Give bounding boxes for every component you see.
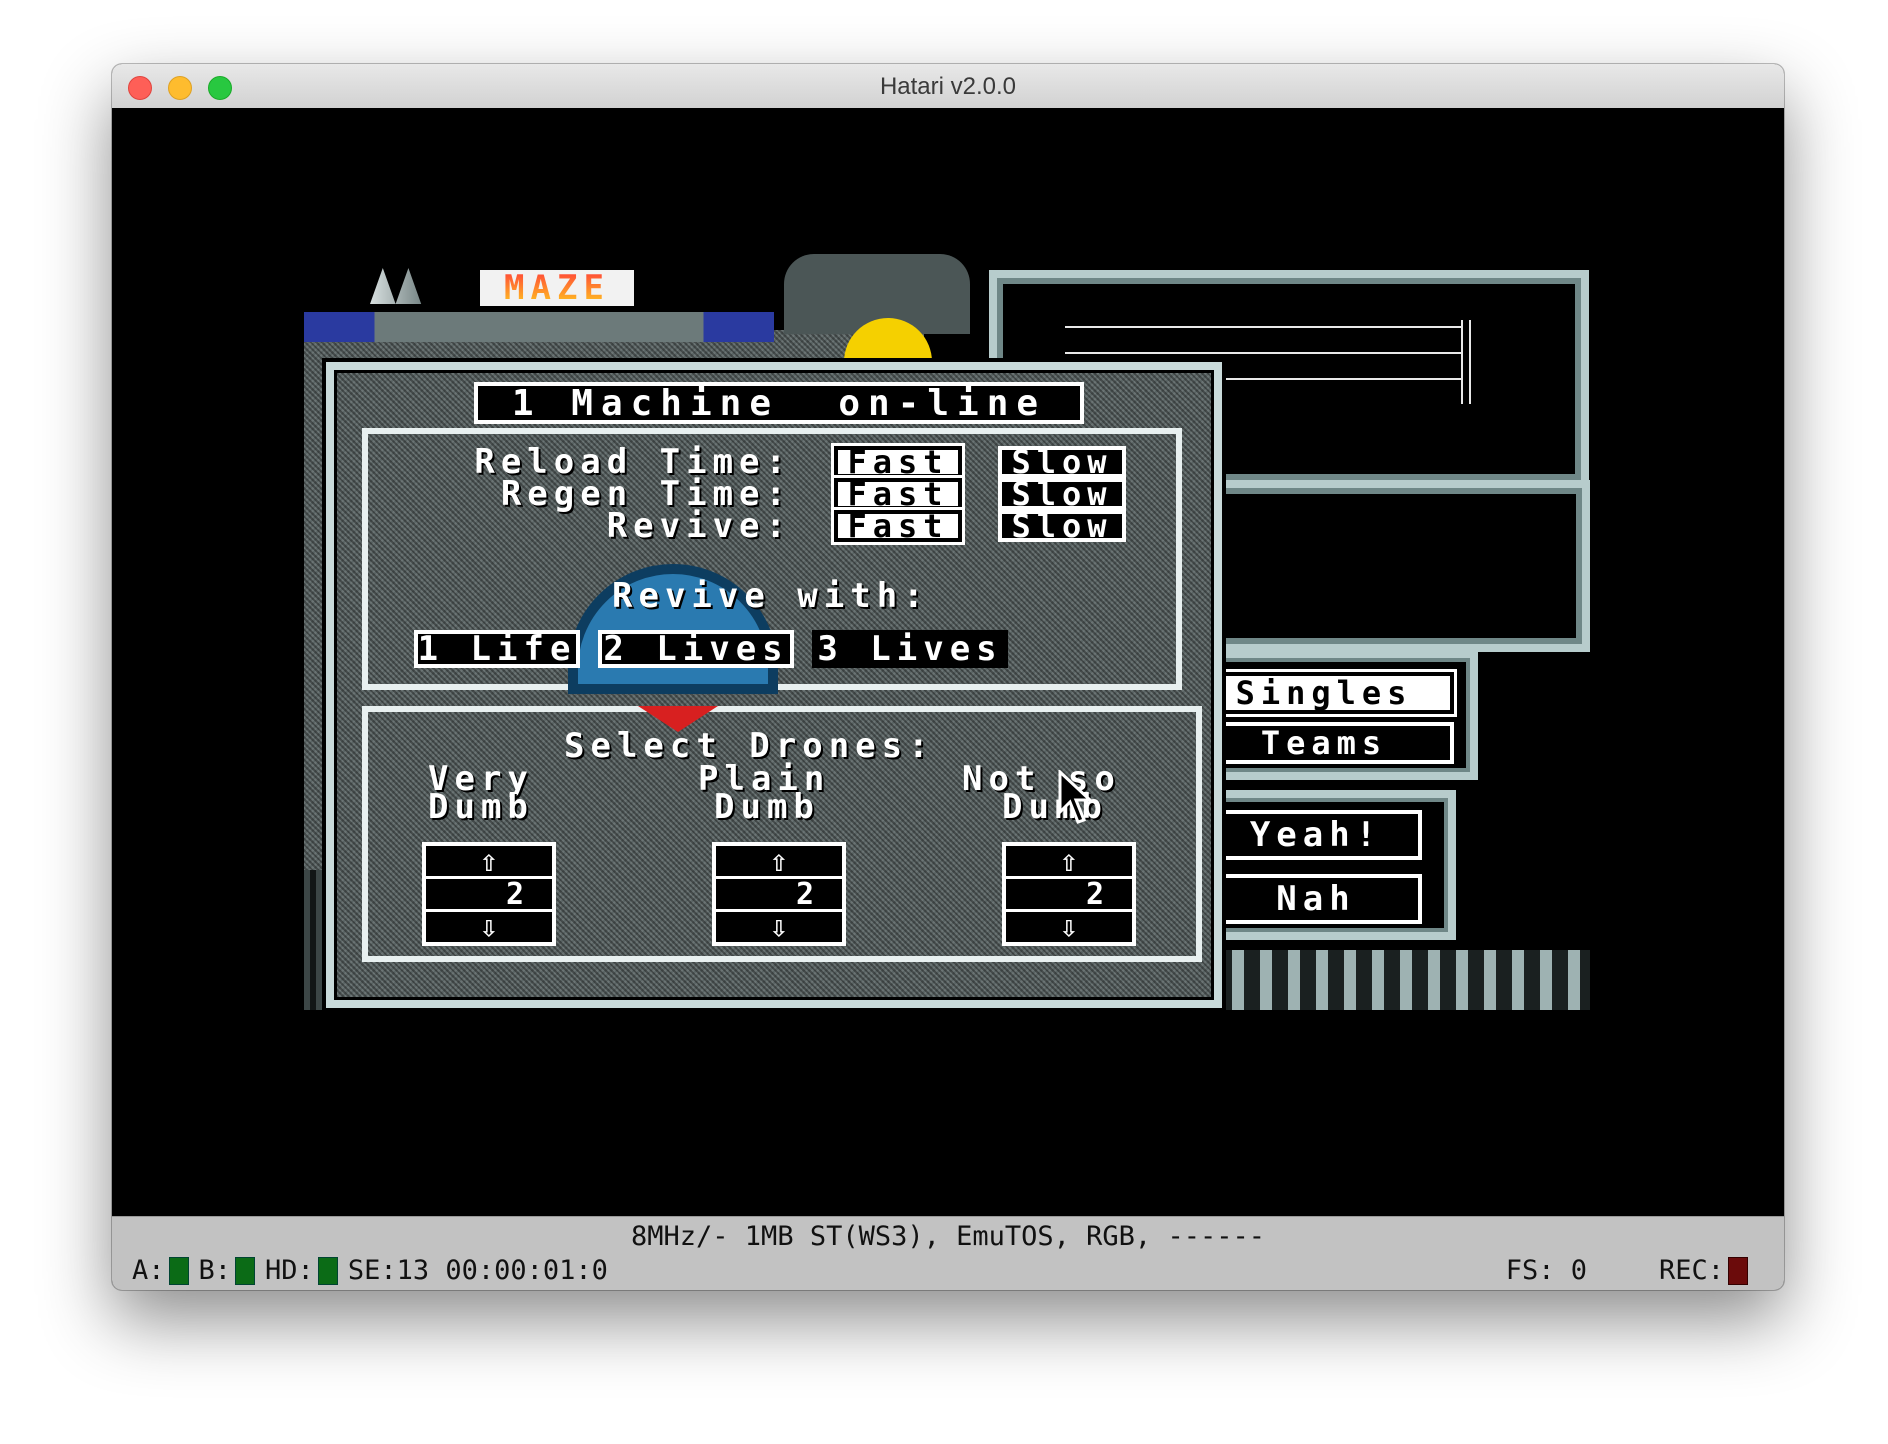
fs-counter: FS: 0 [1505, 1255, 1587, 1286]
yeah-button[interactable]: Yeah! [1210, 810, 1422, 860]
record-status: FS: 0 REC: [1506, 1255, 1758, 1286]
teams-button[interactable]: Teams [1194, 722, 1454, 764]
hd-led-icon [317, 1256, 338, 1285]
drive-b-led-icon [235, 1256, 256, 1285]
window-title: Hatari v2.0.0 [879, 73, 1017, 100]
plain-dumb-count: 2 [716, 877, 842, 912]
hd-label: HD: [265, 1255, 314, 1286]
drive-a-label: A: [132, 1255, 165, 1286]
drive-b-label: B: [198, 1255, 232, 1286]
reload-fast-button[interactable]: Fast [831, 443, 965, 481]
plain-dumb-drone-spinner: ⇧ 2 ⇩ [712, 842, 846, 946]
game-options-dialog: 1 Machine on-line Reload Time: Regen Tim… [326, 362, 1222, 1008]
regen-fast-button[interactable]: Fast [831, 475, 965, 513]
singles-button[interactable]: Singles [1191, 669, 1457, 717]
se-counter: SE:13 [347, 1255, 430, 1286]
revive-label: Revive: [606, 506, 792, 546]
maze-logo: MAZE [504, 268, 610, 308]
title-bar: Hatari v2.0.0 [112, 64, 1784, 109]
very-dumb-drone-spinner: ⇧ 2 ⇩ [422, 842, 556, 946]
not-so-dumb-count: 2 [1006, 877, 1132, 912]
drive-a-led-icon [168, 1256, 189, 1285]
atari-logo-icon [370, 268, 434, 304]
rec-led-icon[interactable] [1728, 1256, 1748, 1285]
reload-slow-button[interactable]: Slow [998, 443, 1126, 481]
hatari-window: Hatari v2.0.0 MAZE Singles Teams Yeah! N… [112, 64, 1784, 1290]
dialog-heading: 1 Machine on-line [474, 382, 1084, 424]
background-stripe [304, 312, 774, 342]
very-dumb-up-arrow-icon[interactable]: ⇧ [426, 844, 552, 879]
revive-with-label: Revive with: [612, 576, 930, 616]
two-lives-button[interactable]: 2 Lives [598, 629, 794, 669]
plain-dumb-label-bottom: Dumb [714, 787, 820, 827]
elapsed-time: 00:00:01:0 [445, 1255, 608, 1286]
three-lives-button[interactable]: 3 Lives [812, 629, 1008, 669]
plain-dumb-down-arrow-icon[interactable]: ⇩ [716, 910, 842, 945]
emulator-screen[interactable]: MAZE Singles Teams Yeah! Nah 1 Machine o… [112, 108, 1784, 1283]
very-dumb-count: 2 [426, 877, 552, 912]
status-bar: 8MHz/- 1MB ST(WS3), EmuTOS, RGB, ------ … [112, 1216, 1784, 1290]
one-life-button[interactable]: 1 Life [414, 629, 580, 669]
nah-button[interactable]: Nah [1210, 874, 1422, 924]
regen-slow-button[interactable]: Slow [998, 475, 1126, 513]
not-so-dumb-up-arrow-icon[interactable]: ⇧ [1006, 844, 1132, 879]
game-scene: MAZE Singles Teams Yeah! Nah 1 Machine o… [304, 254, 1590, 1072]
background-grating [1204, 950, 1590, 1010]
not-so-dumb-down-arrow-icon[interactable]: ⇩ [1006, 910, 1132, 945]
plain-dumb-up-arrow-icon[interactable]: ⇧ [716, 844, 842, 879]
not-so-dumb-drone-spinner: ⇧ 2 ⇩ [1002, 842, 1136, 946]
machine-config-text: 8MHz/- 1MB ST(WS3), EmuTOS, RGB, ------ [631, 1221, 1265, 1252]
revive-slow-button[interactable]: Slow [998, 507, 1126, 545]
very-dumb-label-bottom: Dumb [428, 787, 534, 827]
timing-section: Reload Time: Regen Time: Revive: Fast Sl… [362, 428, 1182, 694]
revive-fast-button[interactable]: Fast [831, 507, 965, 545]
rec-label: REC: [1658, 1255, 1724, 1286]
very-dumb-down-arrow-icon[interactable]: ⇩ [426, 910, 552, 945]
drones-section: Select Drones: Very Dumb Plain Dumb Not … [362, 706, 1202, 962]
drive-status: A: B: HD: SE:13 00:00:01:0 [132, 1255, 608, 1286]
